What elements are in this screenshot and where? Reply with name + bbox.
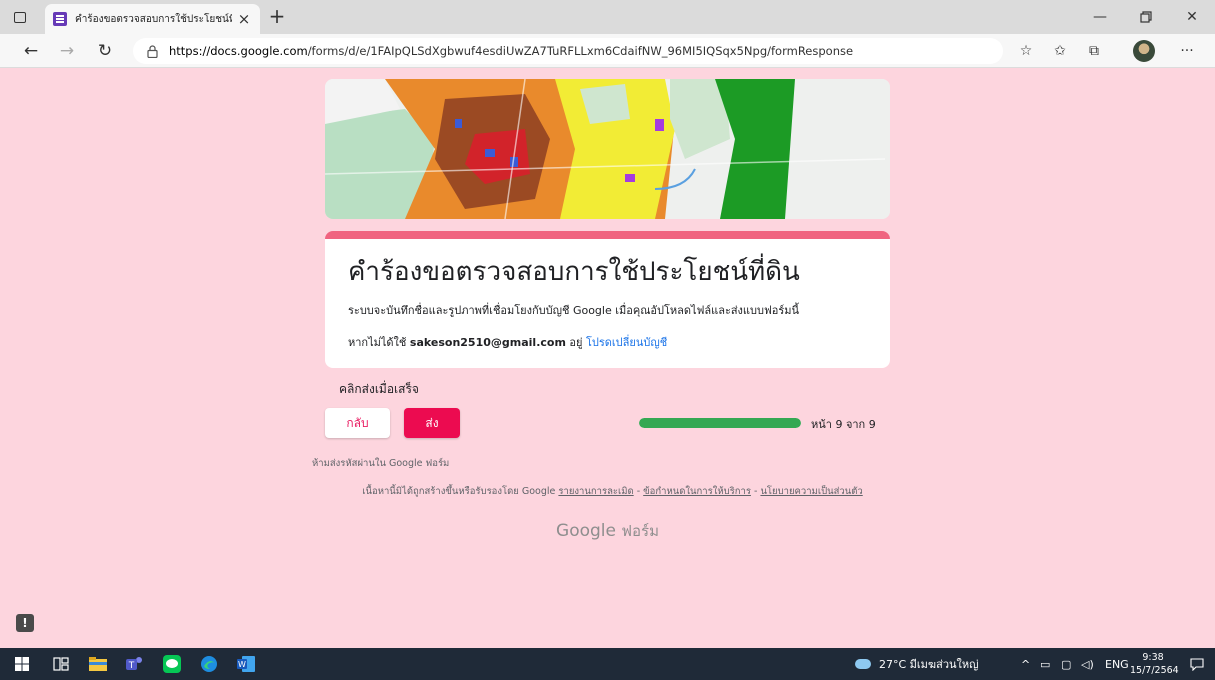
display-button[interactable]: ▢	[1061, 648, 1071, 680]
address-bar[interactable]: https://docs.google.com/forms/d/e/1FAIpQ…	[133, 38, 1003, 64]
progress-bar	[639, 418, 801, 428]
logo-google: Google	[556, 521, 616, 541]
password-warning: ห้ามส่งรหัสผ่านใน Google ฟอร์ม	[312, 458, 450, 469]
windows-icon	[15, 657, 29, 671]
chevron-up-icon: ^	[1021, 657, 1031, 671]
volume-button[interactable]: ◁)	[1081, 648, 1094, 680]
language-button[interactable]: ENG	[1105, 648, 1129, 680]
form-title: คำร้องขอตรวจสอบการใช้ประโยชน์ที่ดิน	[348, 257, 800, 287]
account-email: sakeson2510@gmail.com	[409, 336, 566, 349]
profile-button[interactable]	[1130, 39, 1158, 63]
taskbar-clock[interactable]: 9:38 15/7/2564	[1130, 651, 1179, 677]
back-button[interactable]: กลับ	[325, 408, 390, 438]
file-explorer-button[interactable]	[80, 652, 116, 676]
line-icon	[163, 655, 181, 673]
report-abuse-link[interactable]: รายงานการละเมิด	[558, 486, 633, 497]
weather-widget[interactable]: 27°C มีเมฆส่วนใหญ่	[855, 648, 979, 680]
browser-tab[interactable]: คำร้องขอตรวจสอบการใช้ประโยชน์ที่ดิน ×	[45, 4, 260, 34]
clock-time: 9:38	[1142, 652, 1164, 663]
task-view-icon	[53, 657, 69, 671]
settings-more-button[interactable]: ···	[1173, 39, 1201, 63]
submit-button[interactable]: ส่ง	[404, 408, 460, 438]
show-hidden-icons-button[interactable]: ^	[1021, 648, 1030, 680]
line-app-button[interactable]	[154, 652, 190, 676]
display-icon: ▢	[1061, 657, 1072, 671]
refresh-button[interactable]: ↻	[92, 39, 118, 63]
svg-text:W: W	[238, 660, 246, 669]
teams-icon: T	[126, 657, 142, 671]
tab-title: คำร้องขอตรวจสอบการใช้ประโยชน์ที่ดิน	[75, 13, 232, 25]
edge-icon	[201, 656, 217, 672]
collections-button[interactable]: ⧉	[1080, 39, 1108, 63]
taskbar: T W 27°C มีเมฆส่วนใหญ่ ^ ▭ ▢ ◁) ENG 9:38…	[0, 648, 1215, 680]
url-text: https://docs.google.com/forms/d/e/1FAIpQ…	[169, 44, 853, 58]
close-window-button[interactable]: ✕	[1169, 0, 1215, 34]
submit-hint: คลิกส่งเมื่อเสร็จ	[339, 382, 419, 396]
speaker-icon: ◁)	[1081, 657, 1094, 671]
privacy-link[interactable]: นโยบายความเป็นส่วนตัว	[760, 486, 862, 497]
form-header-image	[325, 79, 890, 219]
land-use-map-image	[325, 79, 890, 219]
footer-sep-1: -	[636, 486, 641, 497]
more-icon: ···	[1180, 43, 1194, 59]
svg-text:T: T	[128, 661, 135, 671]
forward-nav-button[interactable]: →	[54, 39, 80, 63]
tab-strip: คำร้องขอตรวจสอบการใช้ประโยชน์ที่ดิน × + …	[0, 0, 1215, 34]
refresh-icon: ↻	[97, 41, 113, 61]
logo-forms: ฟอร์ม	[621, 522, 659, 540]
google-forms-favicon-icon	[53, 12, 67, 26]
account-prefix: หากไม่ได้ใช้	[348, 336, 407, 349]
network-button[interactable]: ▭	[1040, 648, 1050, 680]
cloud-sun-icon	[855, 659, 871, 669]
url-host: https://docs.google.com	[169, 44, 308, 58]
edge-button[interactable]	[191, 652, 227, 676]
browser-toolbar: ← → ↻ https://docs.google.com/forms/d/e/…	[0, 34, 1215, 68]
back-nav-button[interactable]: ←	[18, 39, 44, 63]
new-tab-button[interactable]: +	[266, 6, 288, 28]
tab-actions-button[interactable]	[8, 6, 32, 28]
favorites-button[interactable]: ✩	[1046, 39, 1074, 63]
network-icon: ▭	[1040, 657, 1051, 671]
account-notice: หากไม่ได้ใช้ sakeson2510@gmail.com อยู่ …	[348, 333, 868, 351]
lock-icon	[145, 44, 159, 58]
arrow-left-icon: ←	[23, 41, 39, 61]
page-count: หน้า 9 จาก 9	[811, 418, 876, 431]
task-view-button[interactable]	[43, 652, 79, 676]
restore-icon	[1140, 11, 1152, 23]
word-icon: W	[237, 656, 255, 672]
notifications-button[interactable]	[1190, 648, 1204, 680]
form-description: ระบบจะบันทึกชื่อและรูปภาพที่เชื่อมโยงกับ…	[348, 304, 800, 317]
collections-icon: ⧉	[1089, 43, 1099, 59]
account-middle: อยู่	[569, 336, 583, 349]
footer-prefix: เนื้อหานี้มิได้ถูกสร้างขึ้นหรือรับรองโดย…	[362, 486, 556, 497]
form-header-card: คำร้องขอตรวจสอบการใช้ประโยชน์ที่ดิน ระบบ…	[325, 231, 890, 368]
weather-text: 27°C มีเมฆส่วนใหญ่	[879, 658, 979, 671]
start-button[interactable]	[4, 652, 40, 676]
arrow-right-icon: →	[59, 41, 75, 61]
switch-account-link[interactable]: โปรดเปลี่ยนบัญชี	[586, 336, 667, 349]
progress-fill	[639, 418, 801, 428]
tab-actions-icon	[14, 11, 26, 23]
favorites-icon: ✩	[1054, 43, 1066, 59]
star-add-icon: ☆	[1019, 43, 1033, 59]
avatar	[1133, 40, 1155, 62]
footer-sep-2: -	[753, 486, 758, 497]
teams-button[interactable]: T	[117, 652, 153, 676]
add-favorite-button[interactable]: ☆	[1012, 39, 1040, 63]
word-button[interactable]: W	[228, 652, 264, 676]
report-problem-button[interactable]: !	[16, 614, 34, 632]
minimize-button[interactable]: —	[1077, 0, 1123, 34]
terms-link[interactable]: ข้อกำหนดในการให้บริการ	[643, 486, 751, 497]
footer-note: เนื้อหานี้มิได้ถูกสร้างขึ้นหรือรับรองโดย…	[0, 484, 1215, 499]
clock-date: 15/7/2564	[1130, 665, 1179, 676]
language-text: ENG	[1105, 657, 1129, 671]
tab-close-icon[interactable]: ×	[236, 10, 252, 28]
exclamation-icon: !	[22, 616, 28, 630]
url-path: /forms/d/e/1FAIpQLSdXgbwuf4esdiUwZA7TuRF…	[307, 44, 854, 58]
restore-button[interactable]	[1123, 0, 1169, 34]
notification-icon	[1190, 657, 1204, 671]
google-forms-logo[interactable]: Google ฟอร์ม	[0, 519, 1215, 543]
folder-icon	[89, 657, 107, 671]
